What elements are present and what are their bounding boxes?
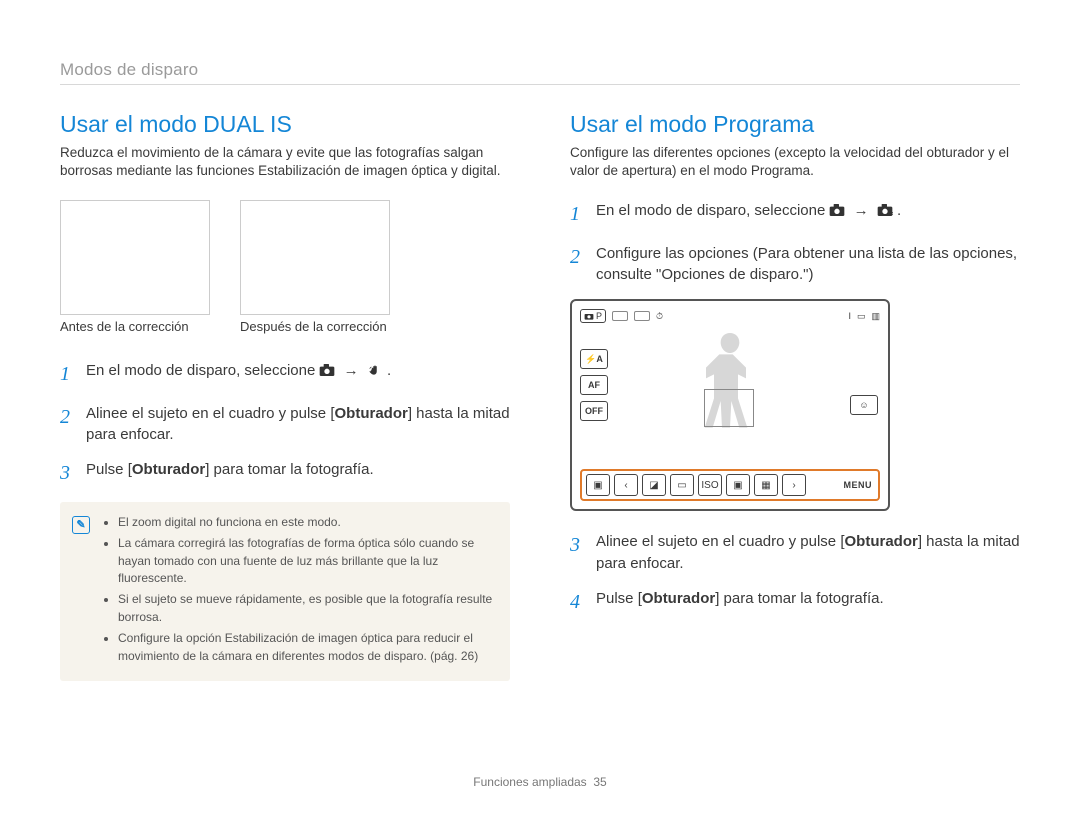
step-3-r: 3 Alinee el sujeto en el cuadro y pulse …: [570, 531, 1020, 574]
wb-button[interactable]: ▭: [670, 474, 694, 496]
note-item: El zoom digital no funciona en este modo…: [118, 514, 496, 531]
page-footer: Funciones ampliadas 35: [0, 775, 1080, 789]
intro-programa: Configure las diferentes opciones (excep…: [570, 144, 1020, 180]
step-2r-text: Configure las opciones (Para obtener una…: [596, 243, 1020, 286]
section-dual-is: Usar el modo DUAL IS Reduzca el movimien…: [60, 111, 510, 681]
step-1: 1 En el modo de disparo, seleccione → .: [60, 360, 510, 388]
photo-style-button[interactable]: ▦: [754, 474, 778, 496]
step-3r-shutter: Obturador: [845, 533, 918, 550]
camera-lcd-preview: P ⏱ I ▭ ▥ ⚡A A: [570, 299, 890, 511]
step-1r-text-end: .: [897, 202, 901, 219]
camera-icon: [319, 362, 335, 383]
step-3-text-a: Pulse [: [86, 461, 132, 478]
step-2-shutter: Obturador: [335, 405, 408, 422]
step-number: 2: [570, 243, 586, 286]
svg-text:P: P: [890, 212, 893, 217]
note-item: La cámara corregirá las fotografías de f…: [118, 535, 496, 587]
note-box: ✎ El zoom digital no funciona en este mo…: [60, 502, 510, 681]
note-item: Configure la opción Estabilización de im…: [118, 630, 496, 665]
step-3: 3 Pulse [Obturador] para tomar la fotogr…: [60, 459, 510, 487]
camera-icon: [829, 202, 845, 223]
focus-frame: [704, 389, 754, 427]
step-4r-text-a: Pulse [: [596, 590, 642, 607]
caption-before: Antes de la corrección: [60, 319, 210, 334]
step-number: 2: [60, 403, 76, 446]
step-4-r: 4 Pulse [Obturador] para tomar la fotogr…: [570, 588, 1020, 616]
ev-button[interactable]: ◪: [642, 474, 666, 496]
step-number: 4: [570, 588, 586, 616]
image-after-correction: [240, 200, 390, 315]
step-3-shutter: Obturador: [132, 461, 205, 478]
step-2-r: 2 Configure las opciones (Para obtener u…: [570, 243, 1020, 286]
step-3-text-c: ] para tomar la fotografía.: [205, 461, 373, 478]
section-title-programa: Usar el modo Programa: [570, 111, 1020, 138]
footer-section: Funciones ampliadas: [473, 775, 586, 789]
step-1-text-end: .: [387, 362, 391, 379]
intro-dual-is: Reduzca el movimiento de la cámara y evi…: [60, 144, 510, 180]
next-button[interactable]: ›: [782, 474, 806, 496]
lcd-toolbar: ▣ ‹ ◪ ▭ ISO ▣ ▦ › MENU: [580, 469, 880, 501]
footer-page-number: 35: [593, 775, 606, 789]
step-3r-text-a: Alinee el sujeto en el cuadro y pulse [: [596, 533, 845, 550]
image-before-correction: [60, 200, 210, 315]
arrow-icon: →: [854, 202, 869, 219]
section-title-dual-is: Usar el modo DUAL IS: [60, 111, 510, 138]
step-2-text-a: Alinee el sujeto en el cuadro y pulse [: [86, 405, 335, 422]
dual-is-hand-icon: [367, 362, 383, 383]
menu-button[interactable]: MENU: [842, 480, 875, 490]
arrow-icon: →: [344, 362, 359, 379]
subject-silhouette-icon: [685, 325, 775, 450]
step-number: 3: [570, 531, 586, 574]
step-1r-text-a: En el modo de disparo, seleccione: [596, 202, 829, 219]
step-4r-shutter: Obturador: [642, 590, 715, 607]
step-number: 1: [570, 200, 586, 228]
step-2: 2 Alinee el sujeto en el cuadro y pulse …: [60, 403, 510, 446]
step-1-text-a: En el modo de disparo, seleccione: [86, 362, 319, 379]
iso-button[interactable]: ISO: [698, 474, 722, 496]
note-item: Si el sujeto se mueve rápidamente, es po…: [118, 591, 496, 626]
caption-after: Después de la corrección: [240, 319, 390, 334]
step-number: 1: [60, 360, 76, 388]
section-programa: Usar el modo Programa Configure las dife…: [570, 111, 1020, 681]
step-4r-text-c: ] para tomar la fotografía.: [715, 590, 883, 607]
step-number: 3: [60, 459, 76, 487]
camera-p-icon: P: [877, 202, 893, 223]
metering-button[interactable]: ▣: [726, 474, 750, 496]
breadcrumb: Modos de disparo: [60, 60, 1020, 85]
step-1-r: 1 En el modo de disparo, seleccione → P …: [570, 200, 1020, 228]
drive-mode-button[interactable]: ▣: [586, 474, 610, 496]
note-icon: ✎: [72, 516, 90, 534]
prev-button[interactable]: ‹: [614, 474, 638, 496]
